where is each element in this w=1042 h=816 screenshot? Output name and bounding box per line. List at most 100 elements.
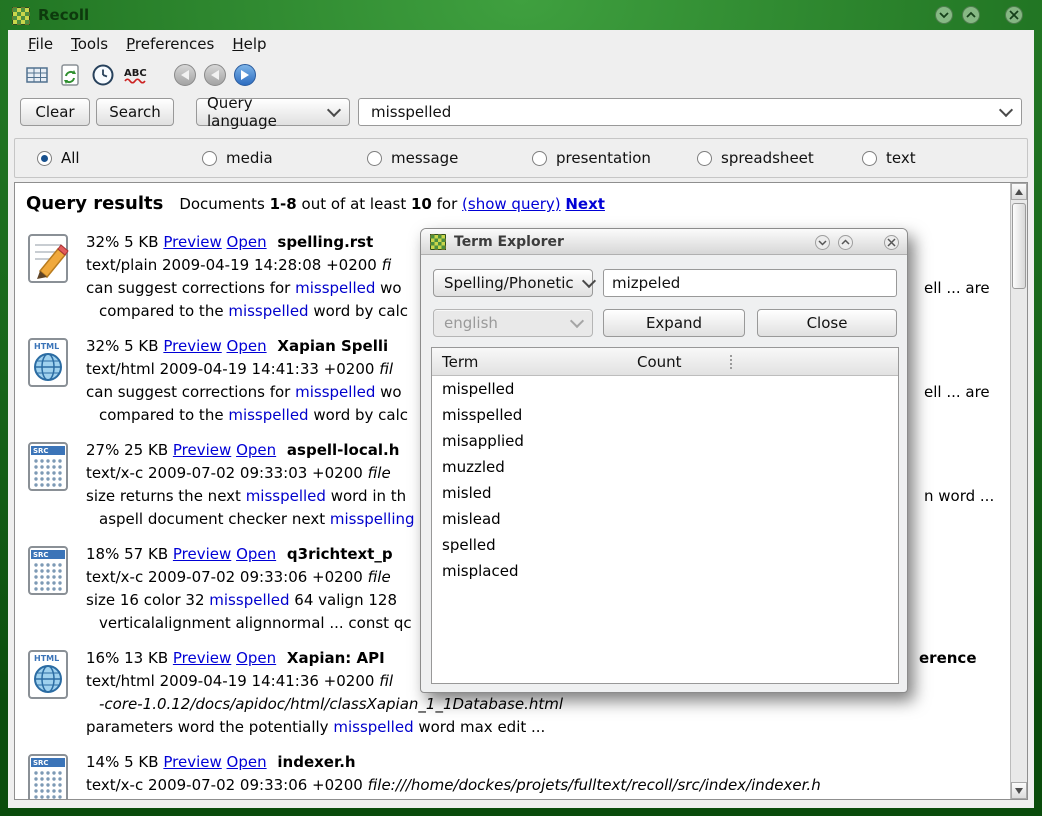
term-row[interactable]: spelled: [432, 532, 898, 558]
open-link[interactable]: Open: [227, 337, 267, 355]
next-page-link[interactable]: Next: [565, 195, 605, 213]
radio-icon[interactable]: [202, 151, 217, 166]
preview-link[interactable]: Preview: [173, 545, 231, 563]
spellcheck-abc-icon[interactable]: ABC: [123, 62, 149, 88]
dialog-close-icon[interactable]: [884, 235, 899, 250]
preview-link[interactable]: Preview: [173, 441, 231, 459]
menu-tools[interactable]: Tools: [71, 35, 108, 53]
term-row[interactable]: misspelled: [432, 402, 898, 428]
menu-help[interactable]: Help: [232, 35, 266, 53]
next-page-icon[interactable]: [234, 64, 256, 86]
scroll-up-icon[interactable]: [1011, 183, 1027, 200]
chevron-down-icon: [570, 314, 584, 328]
menu-file[interactable]: File: [28, 35, 53, 53]
title-fragment: erence: [919, 647, 977, 670]
term-row[interactable]: mislead: [432, 506, 898, 532]
history-clock-icon[interactable]: [90, 62, 116, 88]
radio-icon[interactable]: [532, 151, 547, 166]
html-file-icon: HTML: [26, 337, 71, 389]
filter-all[interactable]: All: [37, 149, 202, 167]
term-match-mode-select[interactable]: Spelling/Phonetic: [433, 269, 593, 297]
abstract-fragment: ell ... are: [924, 277, 990, 300]
scroll-down-icon[interactable]: [1011, 782, 1027, 799]
doc-url: fil: [379, 360, 393, 378]
doc-title: aspell-local.h: [287, 441, 399, 459]
term-input[interactable]: [603, 269, 897, 297]
term-row[interactable]: misapplied: [432, 428, 898, 454]
doc-title: Xapian: API: [287, 649, 385, 667]
document-refresh-icon[interactable]: [57, 62, 83, 88]
recoll-app-icon: [430, 234, 446, 250]
show-query-link[interactable]: (show query): [462, 195, 561, 213]
previous-page-icon[interactable]: [204, 64, 226, 86]
dialog-maximize-icon[interactable]: [838, 235, 853, 250]
html-file-icon: HTML: [26, 649, 71, 701]
shade-window-icon[interactable]: [935, 6, 953, 24]
query-entry-combo[interactable]: [358, 98, 1022, 126]
table-edit-icon[interactable]: [24, 62, 50, 88]
results-summary: Documents 1-8 out of at least 10 for (sh…: [179, 195, 605, 213]
open-link[interactable]: Open: [236, 545, 276, 563]
results-scrollbar[interactable]: [1010, 183, 1027, 799]
doc-url: file: [368, 568, 391, 586]
clear-button[interactable]: Clear: [20, 98, 90, 126]
preview-link[interactable]: Preview: [173, 649, 231, 667]
doc-title: q3richtext_p: [287, 545, 393, 563]
filter-message[interactable]: message: [367, 149, 532, 167]
category-filter-row: All media message presentation spreadshe…: [14, 138, 1028, 178]
radio-icon[interactable]: [367, 151, 382, 166]
doc-url: file: [368, 464, 391, 482]
abstract-fragment: n word ...: [924, 485, 994, 508]
term-row[interactable]: muzzled: [432, 454, 898, 480]
term-table: Term Count mispelled misspelled misappli…: [431, 347, 899, 684]
first-page-icon[interactable]: [174, 64, 196, 86]
filter-spreadsheet[interactable]: spreadsheet: [697, 149, 862, 167]
preview-link[interactable]: Preview: [163, 753, 221, 771]
source-file-icon: SRC: [26, 545, 71, 597]
doc-url: file:///home/dockes/projets/fulltext/rec…: [368, 776, 821, 794]
text-file-icon: [26, 233, 71, 285]
chevron-down-icon[interactable]: [999, 103, 1013, 117]
column-term[interactable]: Term: [432, 353, 637, 371]
menu-preferences[interactable]: Preferences: [126, 35, 214, 53]
query-input[interactable]: [369, 102, 991, 122]
term-row[interactable]: mispelled: [432, 376, 898, 402]
column-count[interactable]: Count: [637, 353, 730, 371]
filter-presentation[interactable]: presentation: [532, 149, 697, 167]
preview-link[interactable]: Preview: [163, 337, 221, 355]
svg-text:SRC: SRC: [33, 551, 49, 559]
svg-text:HTML: HTML: [34, 342, 59, 351]
dialog-title: Term Explorer: [454, 234, 564, 250]
scrollbar-thumb[interactable]: [1012, 203, 1026, 289]
open-link[interactable]: Open: [227, 753, 267, 771]
doc-title: Xapian Spelli: [277, 337, 388, 355]
filter-media[interactable]: media: [202, 149, 367, 167]
dialog-close-button[interactable]: Close: [757, 309, 897, 337]
term-table-header[interactable]: Term Count: [432, 348, 898, 376]
recoll-app-icon: [12, 7, 30, 25]
term-row[interactable]: misled: [432, 480, 898, 506]
search-row: Clear Search Query language: [8, 92, 1034, 132]
search-button[interactable]: Search: [96, 98, 174, 126]
preview-link[interactable]: Preview: [163, 233, 221, 251]
column-grip-icon[interactable]: [730, 355, 732, 369]
open-link[interactable]: Open: [236, 649, 276, 667]
language-select: english: [433, 309, 593, 337]
expand-button[interactable]: Expand: [603, 309, 745, 337]
maximize-window-icon[interactable]: [962, 6, 980, 24]
source-file-icon: SRC: [26, 753, 71, 800]
doc-title: indexer.h: [277, 753, 355, 771]
radio-icon[interactable]: [862, 151, 877, 166]
close-window-icon[interactable]: [1005, 6, 1023, 24]
radio-selected-icon[interactable]: [37, 151, 52, 166]
open-link[interactable]: Open: [227, 233, 267, 251]
toolbar: ABC: [8, 58, 1034, 92]
query-language-select[interactable]: Query language: [196, 98, 350, 126]
term-row[interactable]: misplaced: [432, 558, 898, 584]
open-link[interactable]: Open: [236, 441, 276, 459]
doc-url: fil: [379, 672, 393, 690]
abstract-fragment: ell ... are: [924, 381, 990, 404]
radio-icon[interactable]: [697, 151, 712, 166]
dialog-shade-icon[interactable]: [815, 235, 830, 250]
filter-text[interactable]: text: [862, 149, 1027, 167]
